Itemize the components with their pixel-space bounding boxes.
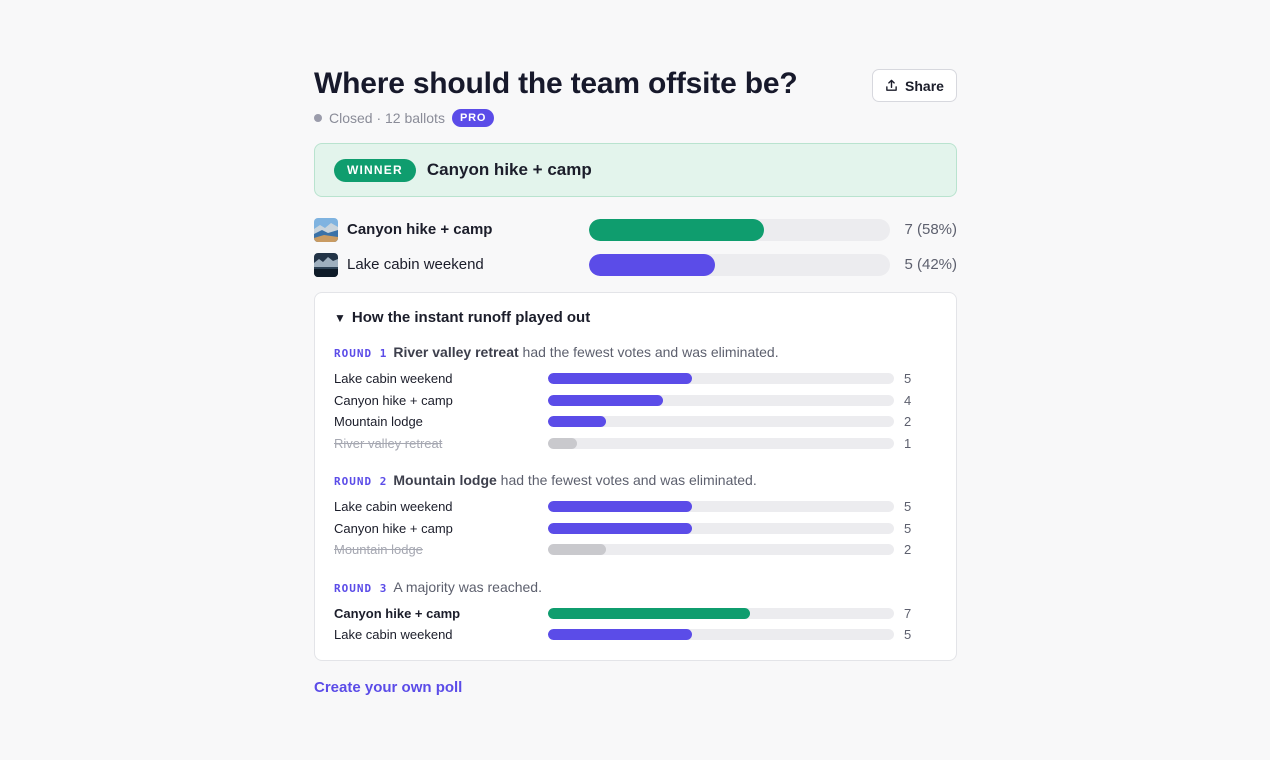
share-button[interactable]: Share [872,69,957,102]
candidate-vote-count: 2 [904,542,912,558]
winner-name: Canyon hike + camp [426,160,592,179]
result-bar-track [589,253,890,276]
round-description: A majority was reached. [393,578,542,595]
eliminated-option-name: River valley retreat [393,344,519,360]
round-heading: ROUND 3 A majority was reached. [334,578,937,598]
share-icon [886,79,897,91]
result-count: 7 (58%) [904,221,957,238]
runoff-toggle[interactable]: ▼ How the instant runoff played out [334,309,937,326]
candidate-vote-count: 1 [904,435,912,451]
candidate-vote-count: 5 [904,371,912,387]
triangle-down-icon: ▼ [334,310,346,325]
candidate-bar-track [548,501,894,513]
candidate-bar-fill [548,522,693,534]
candidate-bar-track [548,522,894,534]
share-label: Share [905,77,944,94]
candidate-bar-fill [548,607,750,619]
candidate-name: Canyon hike + camp [334,605,461,621]
candidate-vote-count: 5 [904,499,912,515]
candidate-bar-track [548,437,894,449]
eliminated-option-name: Mountain lodge [393,472,497,488]
candidate-name: Mountain lodge [334,414,423,430]
candidate-name: Canyon hike + camp [334,520,453,536]
round-candidate-row: River valley retreat 1 [334,433,937,455]
candidate-vote-count: 5 [904,520,912,536]
candidate-name: Canyon hike + camp [334,392,453,408]
runoff-round: ROUND 1 River valley retreat had the fewe… [334,343,937,454]
result-bar-track [589,218,890,241]
result-count: 5 (42%) [904,256,957,273]
result-row: Lake cabin weekend 5 (42%) [314,247,957,282]
candidate-bar-track [548,544,894,556]
candidate-bar-track [548,373,894,385]
winner-banner: WINNER Canyon hike + camp [314,143,957,197]
result-option-name: Lake cabin weekend [347,256,484,273]
candidate-bar-fill [548,544,606,556]
candidate-bar-track [548,416,894,428]
result-bar-fill [589,218,764,241]
round-candidate-row: Mountain lodge 2 [334,539,937,561]
candidate-bar-fill [548,437,577,449]
round-heading: ROUND 2 Mountain lodge had the fewest vot… [334,471,937,491]
candidate-bar-fill [548,394,664,406]
final-results: Canyon hike + camp 7 (58%) Lake cabin week… [314,212,957,282]
round-label: ROUND 1 [334,347,388,360]
round-candidate-row: Canyon hike + camp 7 [334,603,937,625]
round-candidate-row: Lake cabin weekend 5 [334,368,937,390]
candidate-bar-track [548,629,894,641]
candidate-bar-track [548,394,894,406]
round-label: ROUND 3 [334,581,388,595]
candidate-bar-track [548,607,894,619]
candidate-vote-count: 5 [904,627,912,643]
candidate-vote-count: 4 [904,392,912,408]
round-candidate-row: Lake cabin weekend 5 [334,496,937,518]
candidate-bar-fill [548,416,606,428]
runoff-round: ROUND 2 Mountain lodge had the fewest vot… [334,471,937,561]
round-candidate-row: Canyon hike + camp 5 [334,518,937,540]
poll-title: Where should the team offsite be? [314,67,798,100]
lake-thumbnail [314,252,338,277]
round-candidate-row: Lake cabin weekend 5 [334,624,937,646]
round-heading: ROUND 1 River valley retreat had the fewe… [334,343,937,363]
pro-badge: PRO [451,109,495,127]
candidate-name: Mountain lodge [334,542,423,558]
runoff-rounds: ROUND 1 River valley retreat had the fewe… [334,343,937,646]
runoff-details: ▼ How the instant runoff played out ROUN… [314,292,957,661]
result-option-name: Canyon hike + camp [347,221,493,238]
status-dot [314,114,322,122]
canyon-thumbnail [314,217,338,242]
poll-results-page: Where should the team offsite be? Share … [314,66,957,697]
candidate-name: Lake cabin weekend [334,371,453,387]
result-row: Canyon hike + camp 7 (58%) [314,212,957,247]
round-candidate-row: Mountain lodge 2 [334,411,937,433]
winner-pill: WINNER [334,158,416,182]
runoff-round: ROUND 3 A majority was reached. Canyon hik… [334,578,937,646]
candidate-name: Lake cabin weekend [334,627,453,643]
candidate-bar-fill [548,373,693,385]
result-bar-fill [589,253,716,276]
round-label: ROUND 2 [334,475,388,488]
candidate-name: Lake cabin weekend [334,499,453,515]
round-description: had the fewest votes and was eliminated. [496,472,757,488]
poll-status: Closed · 12 ballots [329,110,445,126]
candidate-vote-count: 2 [904,414,912,430]
candidate-name: River valley retreat [334,435,443,451]
candidate-vote-count: 7 [904,605,912,621]
round-description: had the fewest votes and was eliminated. [518,344,779,360]
round-candidate-row: Canyon hike + camp 4 [334,390,937,412]
poll-header: Where should the team offsite be? Share … [314,66,957,130]
runoff-summary-label: How the instant runoff played out [351,309,591,326]
create-poll-link[interactable]: Create your own poll [314,679,462,696]
candidate-bar-fill [548,501,693,513]
poll-meta: Closed · 12 ballots PRO [314,109,495,127]
candidate-bar-fill [548,629,693,641]
